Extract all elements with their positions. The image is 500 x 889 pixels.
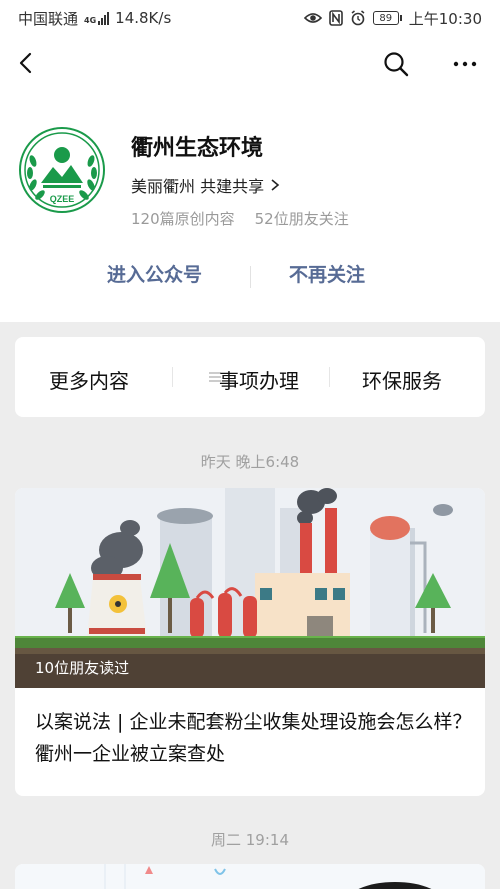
network-speed: 14.8K/s <box>115 9 172 27</box>
account-menu: 更多内容 事项办理 环保服务 <box>15 337 485 417</box>
article-card[interactable] <box>15 864 485 889</box>
nav-bar <box>0 36 500 92</box>
more-options-icon[interactable] <box>450 50 480 78</box>
network-type-label: 4G <box>84 15 97 25</box>
battery-level: 89 <box>372 11 399 25</box>
account-actions: 进入公众号 不再关注 <box>0 260 500 296</box>
article-time: 周二 19:14 <box>211 831 289 849</box>
back-arrow-icon[interactable] <box>14 48 42 78</box>
article-title[interactable]: 以案说法 | 企业未配套粉尘收集处理设施会怎么样？衢州一企业被立案查处 <box>35 706 475 770</box>
account-name: 衢州生态环境 <box>131 136 264 161</box>
chevron-right-icon <box>271 179 280 191</box>
signal-icon: 4G <box>84 11 110 25</box>
menu-divider <box>172 367 173 387</box>
account-logo[interactable]: QZEE <box>19 127 105 213</box>
menu-item-more-content[interactable]: 更多内容 <box>49 365 129 394</box>
menu-item-services[interactable]: 事项办理 <box>219 365 299 394</box>
battery-icon: 89 <box>372 11 402 25</box>
friends-follow-count: 52位朋友关注 <box>254 210 349 228</box>
action-divider <box>250 266 251 288</box>
friends-read-badge: 10位朋友读过 <box>35 659 130 677</box>
logo-text: QZEE <box>50 194 75 204</box>
menu-divider <box>329 367 330 387</box>
article-time: 昨天 晚上6:48 <box>200 453 300 471</box>
carrier-label: 中国联通 <box>18 9 79 28</box>
account-stats: 120篇原创内容 52位朋友关注 <box>131 208 349 229</box>
eye-icon <box>303 13 322 23</box>
original-content-count: 120篇原创内容 <box>131 210 235 228</box>
account-slogan-row[interactable]: 美丽衢州 共建共享 <box>131 173 280 197</box>
clock: 上午10:30 <box>408 9 482 28</box>
article-card[interactable]: 10位朋友读过 以案说法 | 企业未配套粉尘收集处理设施会怎么样？衢州一企业被立… <box>15 488 485 796</box>
account-profile: QZEE 衢州生态环境 美丽衢州 共建共享 120篇原创内容 52位朋友关注 进… <box>0 92 500 322</box>
unfollow-button[interactable]: 不再关注 <box>289 260 365 287</box>
menu-item-env-service[interactable]: 环保服务 <box>362 365 442 394</box>
search-icon[interactable] <box>382 50 410 78</box>
alarm-icon <box>351 10 365 26</box>
nfc-icon <box>328 10 343 26</box>
account-slogan: 美丽衢州 共建共享 <box>131 177 265 196</box>
status-bar: 中国联通 4G 14.8K/s 89 上午10:30 <box>0 0 500 36</box>
enter-account-button[interactable]: 进入公众号 <box>107 260 202 287</box>
article-cover-image <box>15 864 485 889</box>
